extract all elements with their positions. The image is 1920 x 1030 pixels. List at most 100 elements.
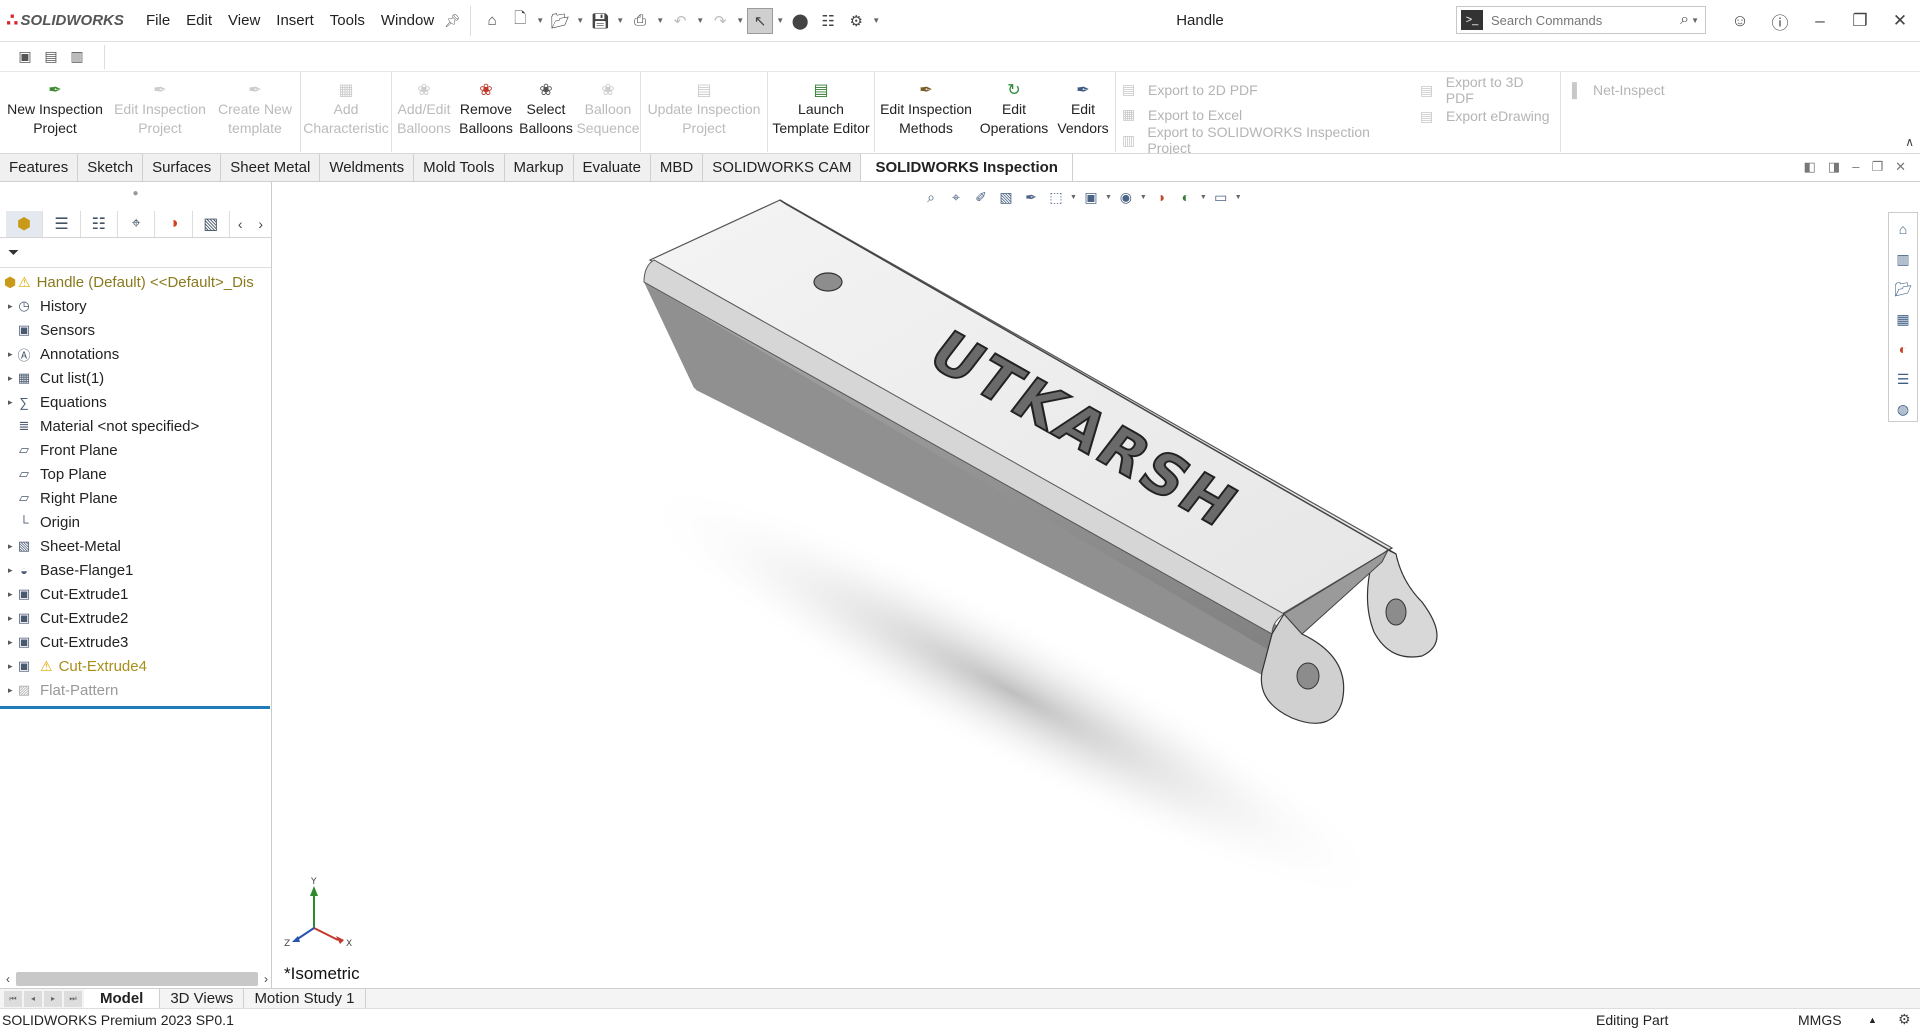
status-options-icon[interactable]: ⚙ xyxy=(1898,1011,1911,1028)
redo-icon[interactable]: ↷ xyxy=(707,8,733,34)
tree-item-cut-extrude1[interactable]: ▸ ▣ Cut-Extrude1 xyxy=(0,582,271,606)
tab-evaluate[interactable]: Evaluate xyxy=(573,154,651,181)
scroll-left-icon[interactable]: ‹ xyxy=(6,972,10,986)
tile-left-icon[interactable]: ◧ xyxy=(1804,159,1816,175)
select-balloons-button[interactable]: ❀ Select Balloons xyxy=(516,72,576,153)
open-dropdown-icon[interactable]: ▼ xyxy=(575,16,585,25)
traffic-light-icon[interactable]: ⬤ xyxy=(787,8,813,34)
tab-markup[interactable]: Markup xyxy=(504,154,574,181)
restore-icon[interactable]: ❐ xyxy=(1840,11,1880,31)
search-input[interactable]: Search Commands xyxy=(1491,13,1680,28)
expand-arrow-icon[interactable]: ▸ xyxy=(0,637,14,648)
graphics-area[interactable]: ⌕ ⌖ ✐ ▧ ✒ ⬚ ▼ ▣ ▼ ◉ ▼ ◑ ◐ ▼ ▭ ▼ UTKARSH … xyxy=(272,182,1888,988)
menu-view[interactable]: View xyxy=(220,12,268,29)
tab-features[interactable]: Features xyxy=(0,154,79,181)
help-icon[interactable]: ⓘ xyxy=(1760,9,1800,34)
doc-close-icon[interactable]: ✕ xyxy=(1895,159,1906,175)
custom-properties-icon[interactable]: ☰ xyxy=(1892,367,1914,391)
search-icon[interactable]: ⌕ xyxy=(1680,11,1689,29)
solidworks-logo[interactable]: ∴ SOLIDWORKS xyxy=(0,10,138,31)
inspection-tab-icon[interactable]: ▧ xyxy=(193,210,230,237)
tree-item-cut-extrude3[interactable]: ▸ ▣ Cut-Extrude3 xyxy=(0,630,271,654)
display-manager-tab-icon[interactable]: ◑ xyxy=(155,210,193,237)
tab-model[interactable]: Model xyxy=(84,989,161,1008)
menu-edit[interactable]: Edit xyxy=(178,12,220,29)
feature-manager-tab-icon[interactable]: ⬢ xyxy=(6,210,44,237)
menu-file[interactable]: File xyxy=(138,12,178,29)
snapshot-gallery-icon[interactable]: ▥ xyxy=(66,47,88,67)
expand-arrow-icon[interactable]: ▸ xyxy=(0,349,14,360)
add-edit-balloons-button[interactable]: ❀ Add/Edit Balloons xyxy=(392,72,456,153)
tab-mbd[interactable]: MBD xyxy=(650,154,704,181)
pin-icon[interactable]: 📌︎ xyxy=(442,13,462,29)
select-cursor-icon[interactable]: ↖ xyxy=(747,7,774,34)
expand-arrow-icon[interactable]: ▸ xyxy=(0,589,14,600)
expand-arrow-icon[interactable]: ▸ xyxy=(0,565,14,576)
close-icon[interactable]: ✕ xyxy=(1880,11,1920,31)
tree-item-flat-pattern[interactable]: ▸ ▨ Flat-Pattern xyxy=(0,678,271,702)
print-dropdown-icon[interactable]: ▼ xyxy=(655,16,665,25)
tree-item-origin[interactable]: └ Origin xyxy=(0,510,271,534)
scroll-thumb[interactable] xyxy=(16,972,258,986)
create-new-template-button[interactable]: ✒ Create New template xyxy=(210,72,300,153)
export-3d-pdf-button[interactable]: ▤ Export to 3D PDF xyxy=(1420,74,1554,106)
tree-item-base-flange1[interactable]: ▸ ◒ Base-Flange1 xyxy=(0,558,271,582)
redo-dropdown-icon[interactable]: ▼ xyxy=(735,16,745,25)
tree-item-annotations[interactable]: ▸ Ⓐ Annotations xyxy=(0,342,271,366)
unit-system[interactable]: MMGS xyxy=(1798,1012,1842,1028)
launch-template-editor-button[interactable]: ▤ Launch Template Editor xyxy=(768,72,874,153)
handle-3d-model[interactable]: UTKARSH xyxy=(272,182,1888,988)
print-icon[interactable]: ⎙ xyxy=(627,8,653,34)
tab-sheet-metal[interactable]: Sheet Metal xyxy=(221,154,321,181)
expand-arrow-icon[interactable]: ▸ xyxy=(0,373,14,384)
menu-window[interactable]: Window xyxy=(373,12,442,29)
tree-item-top-plane[interactable]: ▱ Top Plane xyxy=(0,462,271,486)
edit-inspection-methods-button[interactable]: ✒ Edit Inspection Methods xyxy=(875,72,977,153)
rollback-bar[interactable] xyxy=(0,706,270,709)
tab-solidworks-cam[interactable]: SOLIDWORKS CAM xyxy=(703,154,862,181)
gear-icon[interactable]: ⚙ xyxy=(843,8,869,34)
collapse-ribbon-icon[interactable]: ∧ xyxy=(1905,135,1914,149)
expand-arrow-icon[interactable]: ▸ xyxy=(0,301,14,312)
last-tab-icon[interactable]: ⏭ xyxy=(64,990,82,1007)
export-2d-pdf-button[interactable]: ▤ Export to 2D PDF xyxy=(1122,77,1408,102)
update-inspection-project-button[interactable]: ▤ Update Inspection Project xyxy=(641,72,767,153)
solidworks-forum-icon[interactable]: ◍ xyxy=(1892,397,1914,421)
tab-mold-tools[interactable]: Mold Tools xyxy=(414,154,505,181)
edit-vendors-button[interactable]: ✒ Edit Vendors xyxy=(1051,72,1115,153)
tree-filter[interactable]: ⏷ xyxy=(0,238,271,268)
prev-tab-icon[interactable]: ◂ xyxy=(24,990,42,1007)
expand-arrow-icon[interactable]: ▸ xyxy=(0,661,14,672)
export-inspection-project-button[interactable]: ▥ Export to SOLIDWORKS Inspection Project xyxy=(1122,124,1408,156)
view-palette-icon[interactable]: ▦ xyxy=(1892,307,1914,331)
doc-minimize-icon[interactable]: – xyxy=(1852,159,1859,175)
design-library-icon[interactable]: ▥ xyxy=(1892,247,1914,271)
minimize-icon[interactable]: – xyxy=(1800,11,1840,31)
edit-operations-button[interactable]: ↻ Edit Operations xyxy=(977,72,1051,153)
undo-icon[interactable]: ↶ xyxy=(667,8,693,34)
tab-sketch[interactable]: Sketch xyxy=(78,154,144,181)
net-inspect-button[interactable]: ▐ Net-Inspect xyxy=(1567,77,1675,103)
scroll-right-icon[interactable]: › xyxy=(264,972,268,986)
user-account-icon[interactable]: ☺ xyxy=(1720,11,1760,31)
expand-arrow-icon[interactable]: ▸ xyxy=(0,685,14,696)
tree-item-sensors[interactable]: ▣ Sensors xyxy=(0,318,271,342)
tree-item-cut-list[interactable]: ▸ ▦ Cut list(1) xyxy=(0,366,271,390)
add-characteristic-button[interactable]: ▦ Add Characteristic xyxy=(301,72,391,153)
tree-item-equations[interactable]: ▸ ∑ Equations xyxy=(0,390,271,414)
tabs-scroll-right-icon[interactable]: › xyxy=(250,216,271,232)
tab-surfaces[interactable]: Surfaces xyxy=(143,154,222,181)
search-dropdown-icon[interactable]: ▼ xyxy=(1691,16,1699,25)
tree-item-sheet-metal[interactable]: ▸ ▧ Sheet-Metal xyxy=(0,534,271,558)
search-commands-box[interactable]: >_ Search Commands ⌕ ▼ xyxy=(1456,6,1706,34)
open-folder-icon[interactable]: 📂︎ xyxy=(547,8,573,34)
panel-grip-icon[interactable]: ● xyxy=(0,182,271,210)
configuration-manager-tab-icon[interactable]: ☷ xyxy=(81,210,118,237)
new-inspection-project-button[interactable]: ✒ New Inspection Project xyxy=(0,72,110,153)
tab-solidworks-inspection[interactable]: SOLIDWORKS Inspection xyxy=(861,154,1073,181)
export-edrawing-button[interactable]: ▤ Export eDrawing xyxy=(1420,103,1554,129)
edit-inspection-project-button[interactable]: ✒ Edit Inspection Project xyxy=(110,72,210,153)
units-dropdown-icon[interactable]: ▲ xyxy=(1868,1015,1877,1025)
new-dropdown-icon[interactable]: ▼ xyxy=(535,16,545,25)
new-document-icon[interactable]: 🗋 xyxy=(507,8,533,34)
